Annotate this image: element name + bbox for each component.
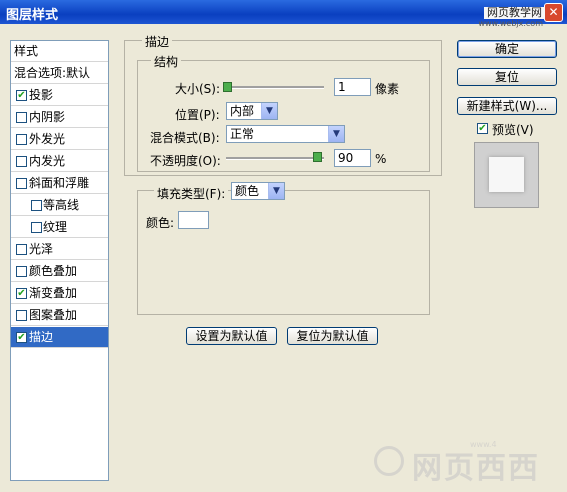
watermark-logo-icon <box>374 446 404 476</box>
ok-button[interactable]: 确定 <box>457 40 557 58</box>
style-item-label: 颜色叠加 <box>29 264 78 278</box>
style-item[interactable]: 斜面和浮雕 <box>11 173 108 194</box>
reset-default-button[interactable]: 复位为默认值 <box>287 327 378 345</box>
style-item-label: 等高线 <box>43 198 80 212</box>
set-default-button[interactable]: 设置为默认值 <box>186 327 277 345</box>
preview-checkbox[interactable]: ✔ <box>477 123 488 134</box>
fill-group <box>137 190 430 315</box>
opacity-slider-track[interactable] <box>226 157 324 160</box>
style-item[interactable]: 内发光 <box>11 151 108 172</box>
window-title: 图层样式 <box>6 8 59 23</box>
style-item-label: 外发光 <box>29 132 66 146</box>
style-item-label: 描边 <box>29 330 54 344</box>
checkbox-icon[interactable] <box>31 222 42 233</box>
blend-mode-label: 混合模式(B): <box>150 131 220 145</box>
checked-checkbox-icon[interactable]: ✔ <box>16 332 27 343</box>
style-item-label: 内发光 <box>29 154 66 168</box>
position-value: 内部 <box>230 104 255 118</box>
style-item[interactable]: ✔ 渐变叠加 <box>11 283 108 304</box>
size-input[interactable]: 1 <box>334 78 371 96</box>
opacity-slider-thumb[interactable] <box>313 152 322 162</box>
watermark-site-url: www.webjx.com <box>478 19 543 28</box>
fill-type-value: 颜色 <box>235 184 260 198</box>
style-item-label: 斜面和浮雕 <box>29 176 90 190</box>
style-item-label: 投影 <box>29 88 54 102</box>
checkbox-icon[interactable] <box>16 310 27 321</box>
blend-mode-value: 正常 <box>230 127 255 141</box>
style-preview <box>474 142 539 208</box>
opacity-input[interactable]: 90 <box>334 149 371 167</box>
checkbox-icon[interactable] <box>16 178 27 189</box>
style-item-label: 光泽 <box>29 242 54 256</box>
structure-group-title: 结构 <box>151 53 182 70</box>
style-item[interactable]: 内阴影 <box>11 107 108 128</box>
position-select[interactable]: 内部 ▼ <box>226 102 278 120</box>
color-swatch[interactable] <box>178 211 209 229</box>
fill-type-select[interactable]: 颜色 ▼ <box>231 182 285 200</box>
reset-button[interactable]: 复位 <box>457 68 557 86</box>
style-item[interactable]: ✔ 投影 <box>11 85 108 106</box>
size-unit: 像素 <box>375 82 400 96</box>
style-item-label: 渐变叠加 <box>29 286 78 300</box>
checkbox-icon[interactable] <box>16 156 27 167</box>
checkbox-icon[interactable] <box>16 266 27 277</box>
checkbox-icon[interactable] <box>16 134 27 145</box>
styles-header-label: 样式 <box>14 44 39 58</box>
blend-mode-select[interactable]: 正常 ▼ <box>226 125 345 143</box>
fill-type-label: 填充类型(F): <box>154 185 229 202</box>
style-item[interactable]: 外发光 <box>11 129 108 150</box>
size-label: 大小(S): <box>175 82 221 96</box>
style-item[interactable]: 光泽 <box>11 239 108 260</box>
size-slider-track[interactable] <box>226 86 324 89</box>
watermark-site-name: 网页教学网 <box>484 7 545 19</box>
checkbox-icon[interactable] <box>31 200 42 211</box>
new-style-button[interactable]: 新建样式(W)... <box>457 97 557 115</box>
preview-label: 预览(V) <box>492 123 534 137</box>
stroke-group-title: 描边 <box>142 33 173 50</box>
color-label: 颜色: <box>146 216 175 230</box>
watermark-text: 网页西西 <box>412 451 540 486</box>
style-item[interactable]: ✔ 描边 <box>11 327 108 348</box>
style-item[interactable]: 图案叠加 <box>11 305 108 326</box>
chevron-down-icon[interactable]: ▼ <box>328 126 344 142</box>
styles-list-header[interactable]: 样式 <box>11 41 108 62</box>
style-item[interactable]: 颜色叠加 <box>11 261 108 282</box>
style-item[interactable]: 混合选项:默认 <box>11 63 108 84</box>
chevron-down-icon[interactable]: ▼ <box>268 183 284 199</box>
style-item-label: 纹理 <box>43 220 68 234</box>
style-item[interactable]: 等高线 <box>11 195 108 216</box>
size-slider-thumb[interactable] <box>223 82 232 92</box>
style-item[interactable]: 纹理 <box>11 217 108 238</box>
checked-checkbox-icon[interactable]: ✔ <box>16 288 27 299</box>
opacity-label: 不透明度(O): <box>150 154 221 168</box>
checkbox-icon[interactable] <box>16 244 27 255</box>
style-item-label: 混合选项:默认 <box>14 66 91 80</box>
style-preview-swatch <box>489 157 524 192</box>
chevron-down-icon[interactable]: ▼ <box>261 103 277 119</box>
checked-checkbox-icon[interactable]: ✔ <box>16 90 27 101</box>
checkbox-icon[interactable] <box>16 112 27 123</box>
position-label: 位置(P): <box>175 108 220 122</box>
style-item-label: 图案叠加 <box>29 308 78 322</box>
styles-list: 样式 混合选项:默认 ✔ 投影 内阴影 外发光 内发光 斜面和浮雕 等高线 纹理 光泽 颜色叠加 ✔ 渐… <box>10 40 109 481</box>
style-item-label: 内阴影 <box>29 110 66 124</box>
close-icon[interactable]: ✕ <box>544 3 563 22</box>
opacity-unit: % <box>375 152 387 166</box>
